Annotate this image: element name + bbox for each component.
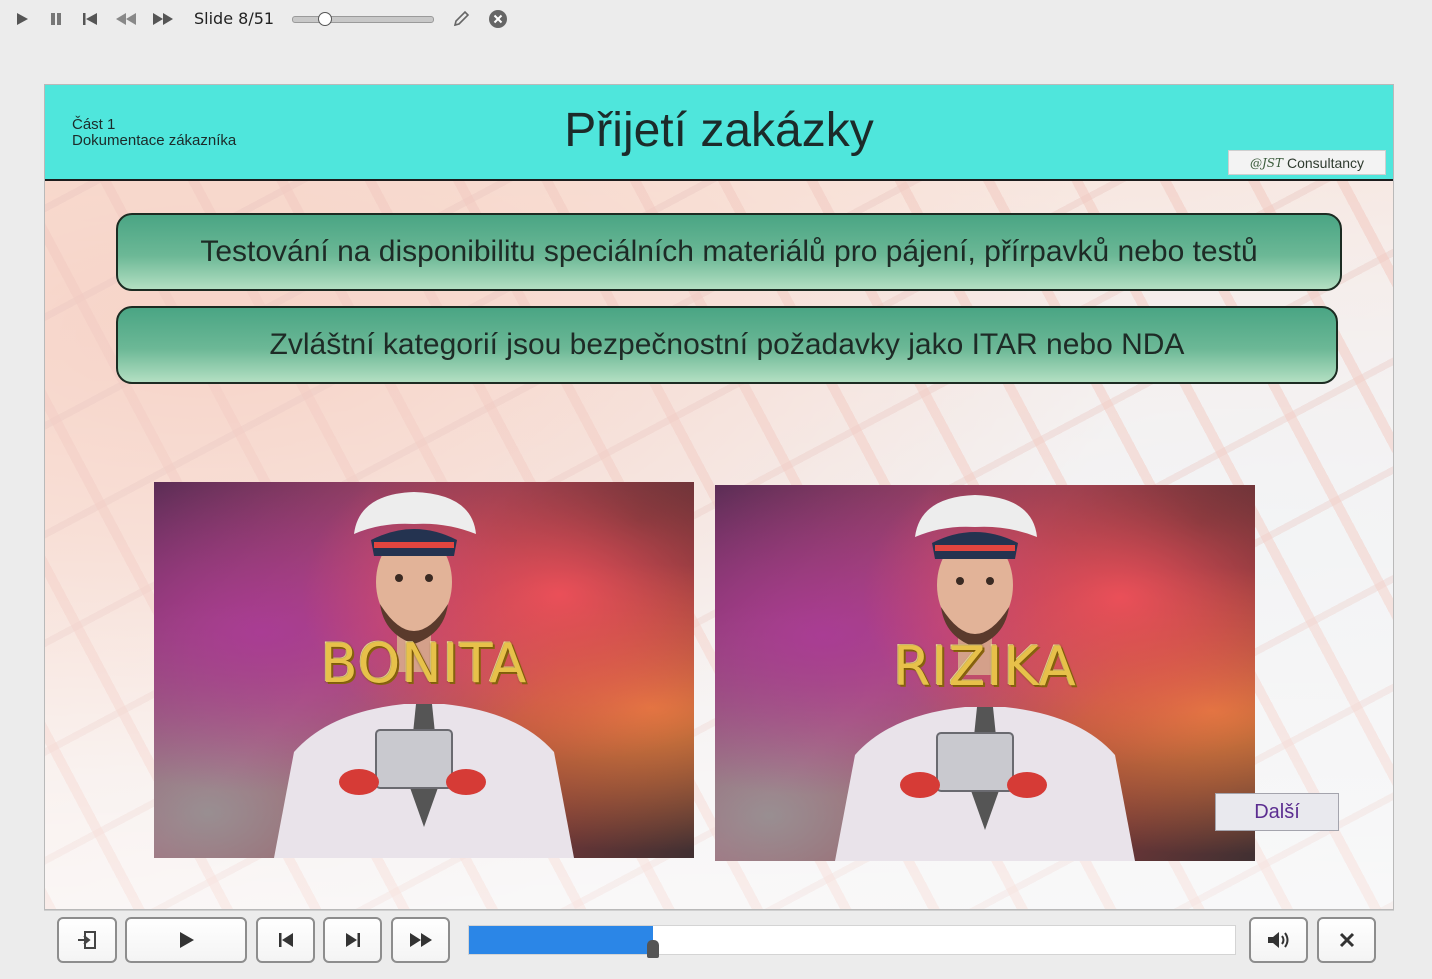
info-box-text: Testování na disponibilitu speciálních m…	[200, 235, 1258, 268]
play-icon	[180, 932, 194, 948]
next-icon	[345, 933, 360, 947]
exit-button[interactable]	[57, 917, 117, 963]
logo-text: Consultancy	[1287, 154, 1365, 171]
next-button[interactable]: Další	[1215, 793, 1339, 831]
exit-icon	[78, 931, 96, 949]
progress-handle[interactable]	[646, 940, 659, 958]
fast-forward-icon[interactable]	[150, 9, 176, 29]
player-controls	[44, 910, 1394, 973]
play-button[interactable]	[125, 917, 247, 963]
next-slide-button[interactable]	[323, 917, 382, 963]
slide-scrubber[interactable]	[292, 12, 434, 26]
image-rizika: RIZIKA	[715, 485, 1255, 861]
image-caption-word: RIZIKA	[893, 635, 1077, 698]
rewind-icon[interactable]	[113, 9, 139, 29]
info-box-text: Zvláštní kategorií jsou bezpečnostní pož…	[269, 328, 1185, 361]
play-icon[interactable]	[12, 9, 32, 29]
fast-forward-button[interactable]	[391, 917, 450, 963]
logo-mark: @JST	[1249, 155, 1283, 170]
playback-progress-bar[interactable]	[468, 925, 1236, 958]
close-player-button[interactable]	[1317, 917, 1376, 963]
close-icon	[1339, 932, 1354, 948]
previous-slide-button[interactable]	[256, 917, 315, 963]
info-box-security: Zvláštní kategorií jsou bezpečnostní pož…	[116, 306, 1338, 384]
previous-icon	[278, 933, 293, 947]
company-logo: @JST Consultancy	[1228, 150, 1386, 175]
close-circle-icon[interactable]	[487, 9, 509, 29]
top-toolbar: Slide 8/51	[0, 0, 1432, 40]
image-bonita: BONITA	[154, 482, 694, 858]
info-box-materials: Testování na disponibilitu speciálních m…	[116, 213, 1342, 291]
fast-forward-icon	[409, 933, 432, 947]
slide-header: Část 1 Dokumentace zákazníka Přijetí zak…	[45, 85, 1393, 181]
skip-start-icon[interactable]	[80, 9, 100, 29]
volume-button[interactable]	[1249, 917, 1308, 963]
image-caption-word: BONITA	[320, 632, 528, 695]
slider-track[interactable]	[292, 16, 434, 23]
pause-icon[interactable]	[46, 9, 66, 29]
slide-canvas: Část 1 Dokumentace zákazníka Přijetí zak…	[44, 84, 1394, 910]
progress-fill	[469, 926, 653, 954]
slide-counter: Slide 8/51	[194, 9, 275, 28]
volume-icon	[1267, 932, 1288, 948]
slider-thumb[interactable]	[318, 12, 333, 26]
pen-icon[interactable]	[450, 9, 472, 29]
slide-title: Přijetí zakázky	[564, 104, 874, 157]
